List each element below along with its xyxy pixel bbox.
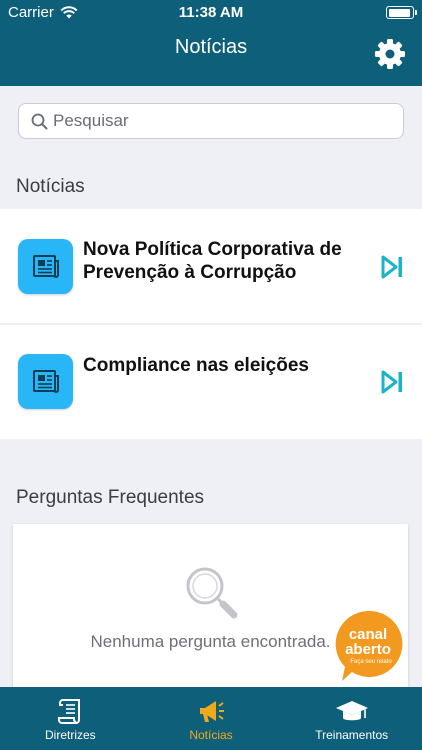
canal-badge-line3: Faça seu relato [350,659,392,665]
news-item-title: Nova Política Corporativa de Prevenção à… [83,239,342,283]
skip-next-icon[interactable] [380,255,404,279]
faq-section-title: Perguntas Frequentes [16,487,205,508]
newspaper-icon [18,354,73,409]
newspaper-icon [18,239,73,294]
magnifier-icon [186,567,238,619]
tab-label: Diretrizes [45,728,96,742]
search-icon [31,113,48,130]
news-item[interactable]: Compliance nas eleições [0,325,422,439]
graduation-cap-icon [335,701,368,721]
status-time: 11:38 AM [178,4,244,21]
tab-diretrizes[interactable]: Diretrizes [0,687,141,750]
canal-aberto-badge[interactable]: canal aberto Faça seu relato [333,609,403,683]
battery-icon [386,6,417,19]
search-bar[interactable] [18,103,404,139]
tab-treinamentos[interactable]: Treinamentos [281,687,422,750]
status-bar: Carrier 11:38 AM [0,0,422,24]
tab-bar: Diretrizes Notícias Treinamentos [0,687,422,750]
news-section-title: Notícias [16,176,85,197]
tab-noticias[interactable]: Notícias [141,687,282,750]
canal-badge-line2: aberto [345,641,391,658]
page-title: Notícias [174,36,248,58]
news-item-title: Compliance nas eleições [83,355,309,376]
megaphone-icon [200,701,224,722]
gear-icon[interactable] [374,38,406,70]
skip-next-icon[interactable] [380,370,404,394]
tab-label: Notícias [189,728,233,742]
news-item[interactable]: Nova Política Corporativa de Prevenção à… [0,209,422,323]
scroll-icon [58,699,81,724]
app-header: Carrier 11:38 AM Notícias [0,0,422,86]
search-input[interactable] [53,108,393,134]
tab-label: Treinamentos [315,728,389,742]
